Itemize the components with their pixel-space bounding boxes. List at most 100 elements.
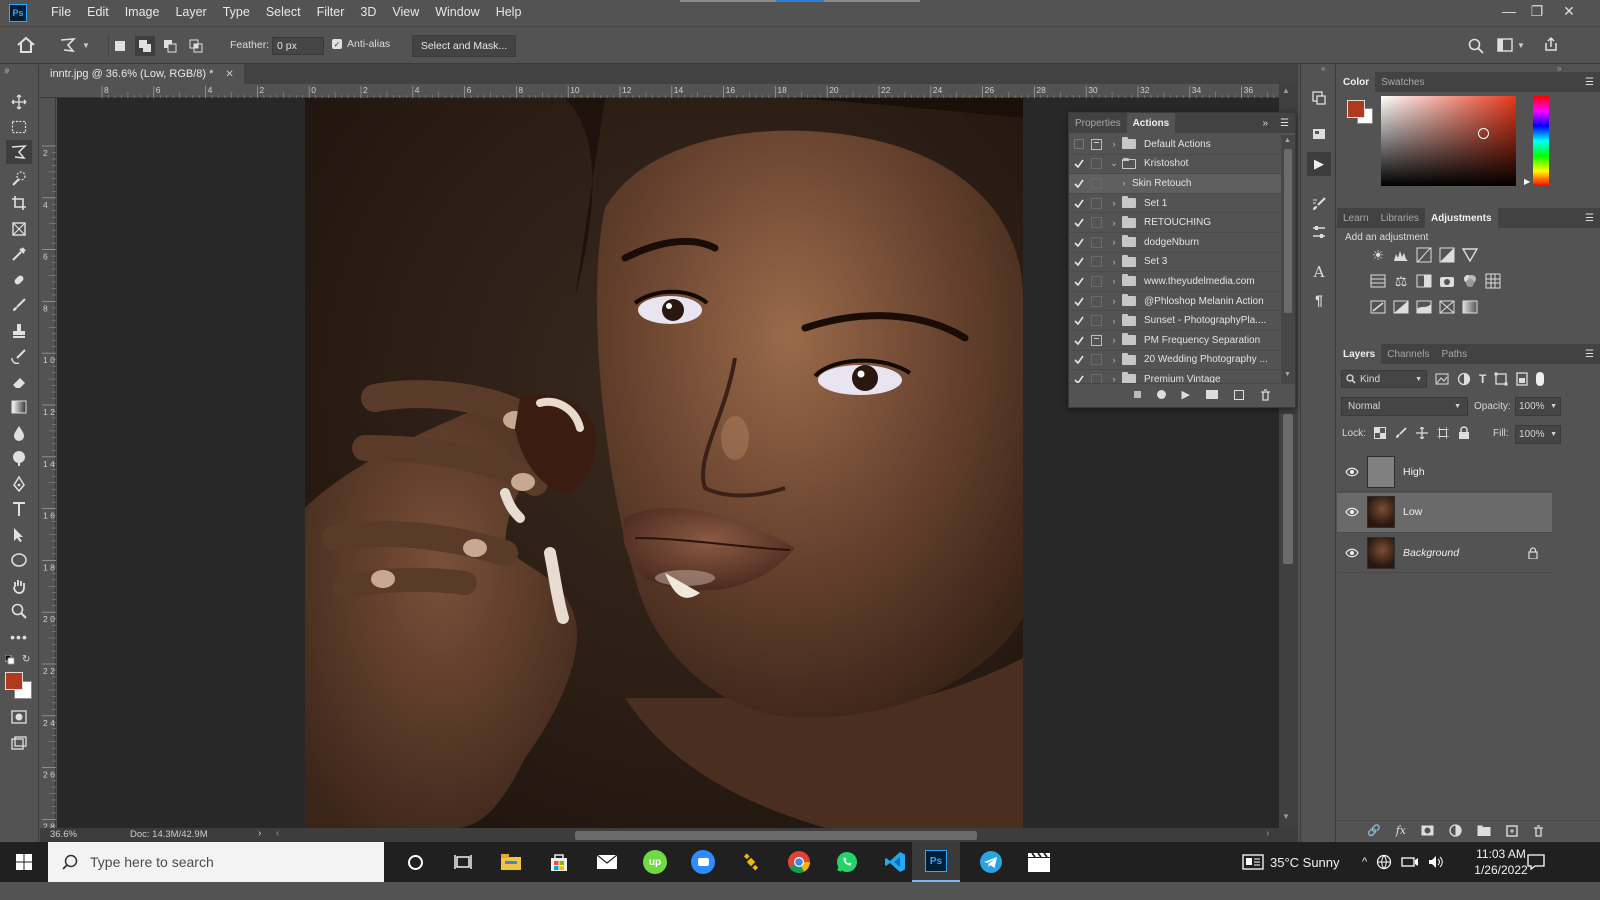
weather-widget[interactable]: 35°C Sunny (1242, 842, 1340, 882)
zoom-level[interactable]: 36.6% (50, 829, 77, 840)
layer-row[interactable]: Low (1337, 492, 1552, 533)
select-and-mask-button[interactable]: Select and Mask... (412, 35, 516, 57)
threshold-icon[interactable] (1415, 298, 1433, 316)
scroll-thumb[interactable] (1284, 149, 1292, 313)
dialog-toggle-box[interactable] (1091, 138, 1102, 150)
tab-actions[interactable]: Actions (1126, 113, 1176, 133)
scroll-down-icon[interactable]: ▼ (1282, 812, 1290, 821)
document-tab[interactable]: inntr.jpg @ 36.6% (Low, RGB/8) * ✕ (40, 64, 244, 84)
restore-button[interactable]: ❐ (1520, 0, 1554, 22)
blend-mode-select[interactable]: Normal ▼ (1341, 397, 1468, 416)
action-toggle-checkbox[interactable] (1069, 355, 1089, 365)
expand-right-icon[interactable]: › (1106, 355, 1122, 365)
tab-adjustments[interactable]: Adjustments (1424, 208, 1498, 228)
notifications-icon[interactable] (1512, 842, 1560, 882)
expand-right-icon[interactable]: › (1106, 335, 1122, 345)
dialog-toggle-box[interactable] (1091, 295, 1102, 307)
color-balance-icon[interactable]: ⚖ (1392, 272, 1410, 290)
whatsapp-icon[interactable] (823, 842, 871, 882)
dialog-toggle-box[interactable] (1091, 354, 1102, 366)
dialog-toggle-box[interactable] (1091, 197, 1102, 209)
menu-file[interactable]: File (43, 0, 79, 25)
dialog-toggle-box[interactable] (1091, 315, 1102, 327)
zoom-tool-icon[interactable] (6, 599, 32, 623)
curves-icon[interactable] (1415, 246, 1433, 264)
expand-right-icon[interactable]: › (1106, 218, 1122, 228)
stop-icon[interactable] (1133, 391, 1141, 398)
opacity-input[interactable]: 100% ▼ (1515, 397, 1561, 416)
tray-chevron-icon[interactable]: ^ (1362, 856, 1367, 868)
crop-tool-icon[interactable] (6, 191, 32, 215)
hand-tool-icon[interactable] (6, 574, 32, 598)
new-adjustment-layer-icon[interactable] (1449, 824, 1462, 837)
levels-icon[interactable] (1392, 246, 1410, 264)
ellipse-tool-icon[interactable] (6, 548, 32, 572)
brush-tool-icon[interactable] (6, 293, 32, 317)
history-panel-icon[interactable] (1307, 86, 1331, 110)
frame-tool-icon[interactable] (6, 217, 32, 241)
photo-filter-icon[interactable] (1438, 272, 1456, 290)
action-toggle-checkbox[interactable] (1069, 218, 1089, 228)
hue-slider[interactable] (1533, 96, 1549, 186)
action-row[interactable]: › Set 1 (1069, 194, 1281, 214)
screen-mode-icon[interactable] (6, 731, 32, 755)
action-toggle-checkbox[interactable] (1069, 139, 1089, 150)
color-field[interactable] (1381, 96, 1516, 186)
eyedropper-tool-icon[interactable] (6, 242, 32, 266)
action-row[interactable]: › @Phloshop Melanin Action (1069, 292, 1281, 312)
dialog-toggle-box[interactable] (1091, 373, 1102, 383)
menu-layer[interactable]: Layer (167, 0, 214, 25)
quick-selection-tool-icon[interactable] (6, 166, 32, 190)
cortana-icon[interactable] (391, 842, 439, 882)
gradient-map-icon[interactable] (1461, 298, 1479, 316)
expand-right-icon[interactable]: › (1106, 257, 1122, 267)
selective-color-icon[interactable] (1438, 298, 1456, 316)
action-row[interactable]: › PM Frequency Separation (1069, 331, 1281, 351)
vibrance-icon[interactable] (1461, 246, 1479, 264)
feather-input[interactable]: 0 px (272, 37, 324, 55)
antialias-checkbox[interactable]: ✓ Anti-alias (332, 38, 390, 50)
action-row[interactable]: › Premium Vintage (1069, 370, 1281, 383)
action-row[interactable]: › Set 3 (1069, 253, 1281, 273)
expand-right-icon[interactable]: › (1106, 198, 1122, 208)
action-toggle-checkbox[interactable] (1069, 297, 1089, 306)
subtract-from-selection-icon[interactable] (160, 36, 180, 56)
tab-paths[interactable]: Paths (1436, 344, 1474, 364)
fx-icon[interactable]: fx (1396, 824, 1406, 837)
file-explorer-icon[interactable] (487, 842, 535, 882)
tab-layers[interactable]: Layers (1337, 344, 1382, 364)
action-toggle-checkbox[interactable] (1069, 336, 1089, 345)
filter-smart-object-icon[interactable] (1516, 372, 1528, 386)
action-toggle-checkbox[interactable] (1069, 316, 1089, 326)
menu-3d[interactable]: 3D (352, 0, 384, 25)
panel-menu-icon[interactable]: ☰ (1274, 113, 1295, 133)
link-layers-icon[interactable]: 🔗 (1367, 824, 1381, 837)
layer-row[interactable]: Background (1337, 533, 1552, 573)
invert-icon[interactable] (1369, 298, 1387, 316)
new-action-icon[interactable] (1234, 389, 1244, 400)
panel-menu-icon[interactable]: ☰ (1579, 344, 1600, 364)
expand-down-icon[interactable]: ⌄ (1106, 158, 1122, 169)
tool-preset-picker[interactable]: ▼ (58, 36, 90, 54)
expand-right-icon[interactable]: › (1106, 237, 1122, 247)
pen-tool-icon[interactable] (6, 472, 32, 496)
layer-name[interactable]: High (1403, 466, 1425, 478)
more-tools-icon[interactable]: ••• (6, 625, 32, 649)
scroll-up-icon[interactable]: ▲ (1282, 86, 1290, 95)
fill-input[interactable]: 100% ▼ (1515, 425, 1561, 444)
dialog-toggle-box[interactable] (1091, 217, 1102, 229)
tab-color[interactable]: Color (1337, 72, 1376, 92)
tab-properties[interactable]: Properties (1069, 113, 1127, 133)
home-icon[interactable] (16, 36, 36, 54)
color-lookup-icon[interactable] (1484, 272, 1502, 290)
action-row[interactable]: › Default Actions (1069, 135, 1281, 155)
dialog-toggle-box[interactable] (1091, 256, 1102, 268)
menu-edit[interactable]: Edit (79, 0, 117, 25)
record-icon[interactable] (1156, 390, 1166, 399)
history-brush-tool-icon[interactable] (6, 344, 32, 368)
layer-filter-dropdown[interactable]: Kind ▼ (1341, 370, 1427, 388)
visibility-eye-icon[interactable] (1337, 548, 1367, 558)
status-menu-icon[interactable]: › (258, 828, 261, 839)
menu-image[interactable]: Image (117, 0, 168, 25)
dialog-toggle-box[interactable] (1091, 236, 1102, 248)
